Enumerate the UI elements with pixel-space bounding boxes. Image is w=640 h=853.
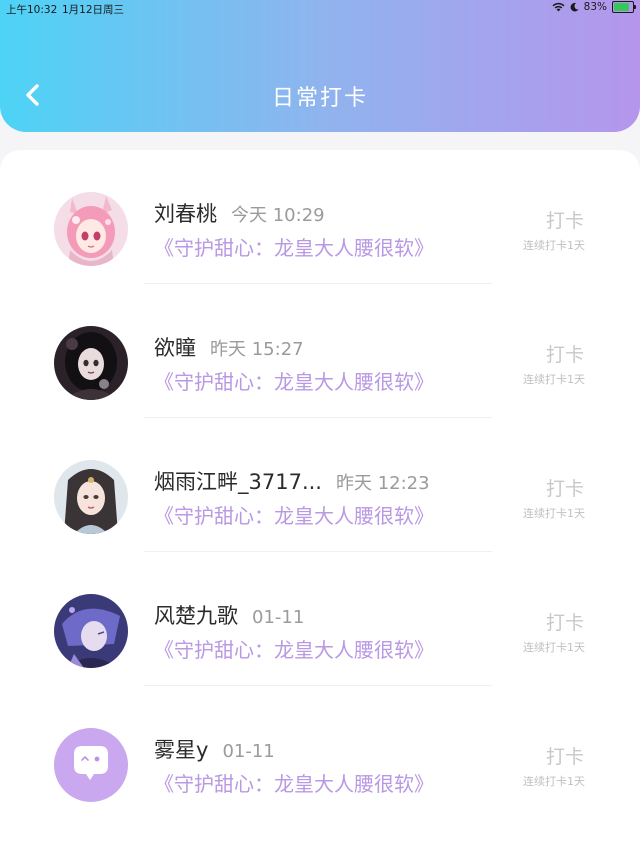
list-item[interactable]: 风楚九歌 01-11 《守护甜心：龙皇大人腰很软》 打卡 连续打卡1天 — [0, 552, 640, 686]
streak-text: 连续打卡1天 — [523, 641, 585, 654]
book-title-link[interactable]: 《守护甜心：龙皇大人腰很软》 — [154, 366, 434, 395]
list-item[interactable]: 欲瞳 昨天 15:27 《守护甜心：龙皇大人腰很软》 打卡 连续打卡1天 — [0, 284, 640, 418]
checkin-label: 打卡 — [545, 478, 584, 500]
avatar-pink-anime-girl-icon[interactable] — [54, 192, 128, 266]
checkin-label: 打卡 — [545, 746, 584, 768]
user-name: 雾星y 01-11 — [154, 738, 275, 762]
streak-text: 连续打卡1天 — [523, 507, 585, 520]
moon-icon — [570, 2, 579, 12]
battery-percent: 83% — [583, 1, 607, 13]
avatar-default-chat-bubble-icon[interactable] — [54, 728, 128, 802]
book-title-link[interactable]: 《守护甜心：龙皇大人腰很软》 — [154, 232, 434, 261]
avatar-ancient-style-girl-icon[interactable] — [54, 460, 128, 534]
book-title-link[interactable]: 《守护甜心：龙皇大人腰很软》 — [154, 500, 434, 529]
user-name: 刘春桃 今天 10:29 — [154, 202, 325, 226]
streak-text: 连续打卡1天 — [523, 373, 585, 386]
streak-text: 连续打卡1天 — [523, 775, 585, 788]
page-title: 日常打卡 — [271, 86, 368, 111]
checkin-label: 打卡 — [545, 612, 584, 634]
avatar-dark-gothic-girl-icon[interactable] — [54, 326, 128, 400]
list-item[interactable]: 雾星y 01-11 《守护甜心：龙皇大人腰很软》 打卡 连续打卡1天 — [0, 686, 640, 820]
status-bar: 上午10:32 1月12日周三 83% — [0, 0, 640, 18]
checkin-time: 昨天 12:23 — [335, 473, 430, 494]
book-title-link[interactable]: 《守护甜心：龙皇大人腰很软》 — [154, 634, 434, 663]
wifi-icon — [552, 2, 565, 12]
checkin-time: 01-11 — [252, 607, 305, 628]
status-right: 83% — [552, 1, 636, 13]
battery-icon — [612, 1, 636, 13]
status-date: 1月12日周三 — [62, 4, 125, 16]
user-name: 风楚九歌 01-11 — [154, 604, 305, 628]
book-title-link[interactable]: 《守护甜心：龙皇大人腰很软》 — [154, 768, 434, 797]
checkin-time: 昨天 15:27 — [210, 339, 304, 360]
list-item[interactable]: 烟雨江畔_3717... 昨天 12:23 《守护甜心：龙皇大人腰很软》 打卡 连… — [0, 418, 640, 552]
user-name: 欲瞳 昨天 15:27 — [154, 336, 304, 360]
checkin-list: 刘春桃 今天 10:29 《守护甜心：龙皇大人腰很软》 打卡 连续打卡1天 欲瞳昨… — [0, 150, 640, 853]
list-item[interactable]: 刘春桃 今天 10:29 《守护甜心：龙皇大人腰很软》 打卡 连续打卡1天 — [0, 150, 640, 284]
header-bar: 上午10:32 1月12日周三 83% 日常打卡 — [0, 0, 640, 132]
checkin-label: 打卡 — [545, 210, 584, 232]
checkin-label: 打卡 — [545, 344, 584, 366]
streak-text: 连续打卡1天 — [523, 239, 585, 252]
checkin-time: 01-11 — [222, 741, 275, 762]
avatar-purple-anime-boy-icon[interactable] — [54, 594, 128, 668]
user-name: 烟雨江畔_3717... 昨天 12:23 — [154, 470, 430, 494]
status-time: 上午10:32 — [6, 4, 58, 16]
checkin-time: 今天 10:29 — [231, 205, 325, 226]
